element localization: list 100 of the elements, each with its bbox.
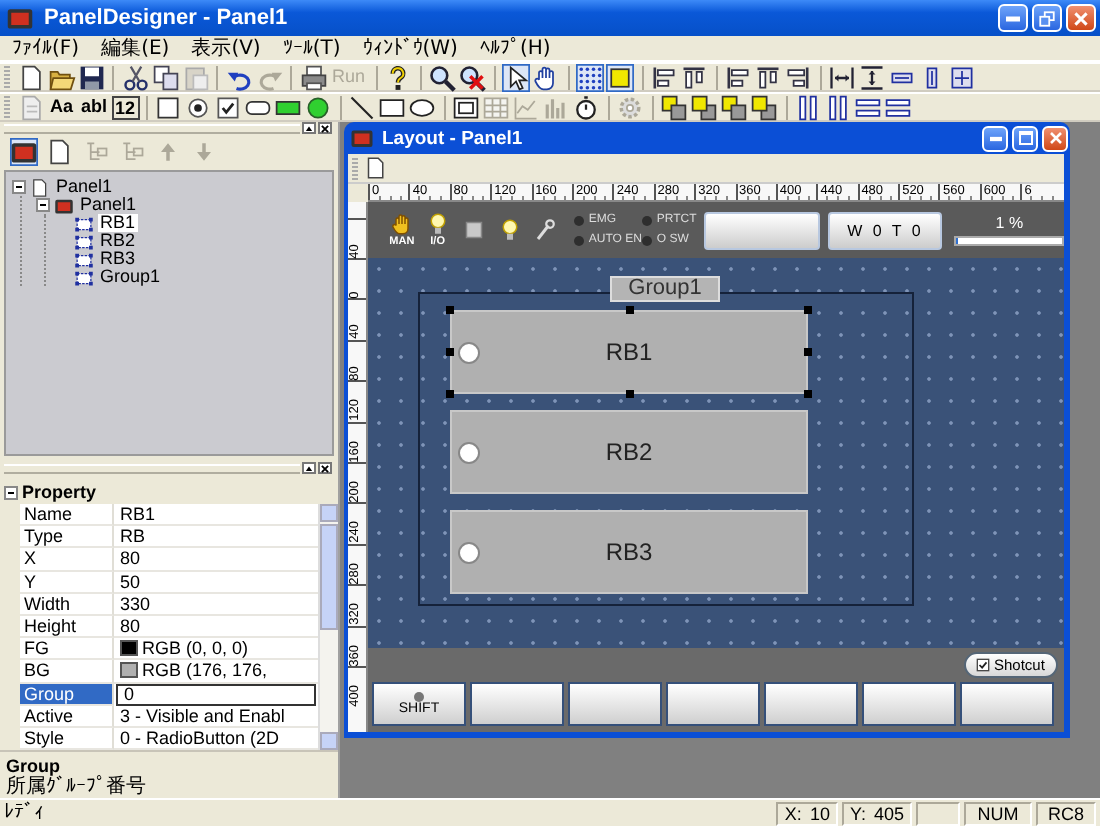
function-key-button[interactable] [960,682,1054,726]
bring-front-icon[interactable] [720,93,749,121]
tree-item[interactable]: RB2 [98,232,138,250]
same-size-icon[interactable] [948,63,977,91]
tree-item[interactable]: Panel1 [54,178,115,196]
minimize-button[interactable] [982,125,1008,151]
close-icon [1047,130,1063,146]
circle-lamp-icon[interactable] [304,93,333,121]
align-right-icon[interactable] [784,63,813,91]
distribute-icon[interactable] [854,93,883,121]
group-label: Group1 [610,276,720,302]
tree-item[interactable]: Panel1 [78,196,139,214]
magnifier-cross-icon[interactable] [458,63,487,91]
property-name[interactable]: Group [20,683,114,706]
function-key-button[interactable] [666,682,760,726]
property-value: 3 - Visible and Enabl [120,705,285,726]
restore-button[interactable] [1032,4,1062,32]
maximize-button[interactable] [1012,125,1038,151]
pointer-icon[interactable] [502,63,531,91]
checkbox-icon[interactable] [214,93,243,121]
document-icon[interactable] [364,156,388,180]
stopwatch-icon[interactable] [572,93,601,121]
menu-item[interactable]: ﾌｧｲﾙ(F) [12,35,80,61]
tree-item[interactable]: RB1 [98,214,138,232]
rectangle-icon[interactable] [378,93,407,121]
ellipse-icon[interactable] [408,93,437,121]
panel-view-icon[interactable] [10,138,38,166]
auto-hide-button[interactable] [302,462,316,474]
tree-item[interactable]: Group1 [98,268,163,286]
close-button[interactable] [318,122,332,134]
vertical-scrollbar[interactable] [318,504,338,751]
description-text: 所属ｸﾞﾙｰﾌﾟ番号 [6,776,148,800]
grid-icon[interactable] [576,63,605,91]
send-back-icon[interactable] [690,93,719,121]
radio-button-icon[interactable] [184,93,213,121]
collapse-icon[interactable] [4,485,18,499]
text-tool-button[interactable]: 12 [111,95,140,119]
property-name[interactable]: Active [20,705,114,728]
menu-item[interactable]: 表示(V) [191,35,261,61]
distribute-icon[interactable] [794,93,823,121]
property-name[interactable]: Y [20,571,114,594]
property-name[interactable]: X [20,548,114,572]
magnifier-icon[interactable] [428,63,457,91]
function-key-button[interactable] [764,682,858,726]
property-name[interactable]: Width [20,593,114,616]
function-key-button[interactable] [862,682,956,726]
distribute-icon[interactable] [824,93,853,121]
property-name[interactable]: Name [20,504,114,527]
bring-front-icon[interactable] [660,93,689,121]
width-icon[interactable] [828,63,857,91]
align-left-icon[interactable] [724,63,753,91]
property-name[interactable]: FG [20,638,114,661]
property-name[interactable]: Type [20,526,114,549]
radio-button[interactable]: RB3 [450,510,808,594]
tree-item[interactable]: RB3 [98,250,138,268]
function-key-button[interactable] [568,682,662,726]
property-value: 50 [120,571,141,592]
radio-button[interactable]: RB1 [450,310,808,394]
value-field[interactable]: 0 [116,683,316,706]
restore-icon [1038,9,1056,27]
square-icon[interactable] [606,63,635,91]
text-tool-button[interactable]: abl [77,94,112,120]
group-box-icon[interactable] [154,93,183,121]
menu-item[interactable]: ﾂｰﾙ(T) [282,35,341,61]
close-button[interactable] [318,462,332,474]
copy-icon[interactable] [151,63,179,91]
function-key-button[interactable] [470,682,564,726]
document-icon[interactable] [46,138,74,166]
window-title: PanelDesigner - Panel1 [44,6,290,30]
menu-item[interactable]: ｳｨﾝﾄﾞｳ(W) [362,35,458,61]
control-icon [74,267,94,287]
menu-item[interactable]: 編集(E) [101,35,170,61]
collapse-icon[interactable] [12,180,26,194]
panel-button[interactable] [704,211,820,249]
text-tool-button[interactable]: Aa [46,94,78,120]
property-name[interactable]: Height [20,615,114,639]
distribute-icon[interactable] [884,93,913,121]
auto-hide-button[interactable] [302,122,316,134]
print-icon[interactable] [299,63,327,91]
radio-button[interactable]: RB2 [450,410,808,494]
height-icon[interactable] [858,63,887,91]
align-left-icon[interactable] [650,63,679,91]
property-name[interactable]: Style [20,727,114,751]
property-value: 80 [120,616,141,637]
new-file-icon[interactable] [17,63,45,91]
align-top-icon[interactable] [754,63,783,91]
save-icon[interactable] [77,63,105,91]
line-icon[interactable] [348,93,377,121]
menu-item[interactable]: ﾍﾙﾌﾟ(H) [479,35,551,61]
wrench-icon [532,218,557,242]
send-back-icon[interactable] [750,93,779,121]
collapse-icon[interactable] [36,198,50,212]
hand-icon [389,212,414,236]
panel-button[interactable]: W 0 T 0 [827,211,943,249]
coordinate-value: 10 [809,802,830,826]
document-icon [30,177,50,197]
align-top-icon[interactable] [680,63,709,91]
control-icon [74,213,94,233]
cut-icon[interactable] [121,63,149,91]
minimize-button[interactable] [998,4,1028,32]
